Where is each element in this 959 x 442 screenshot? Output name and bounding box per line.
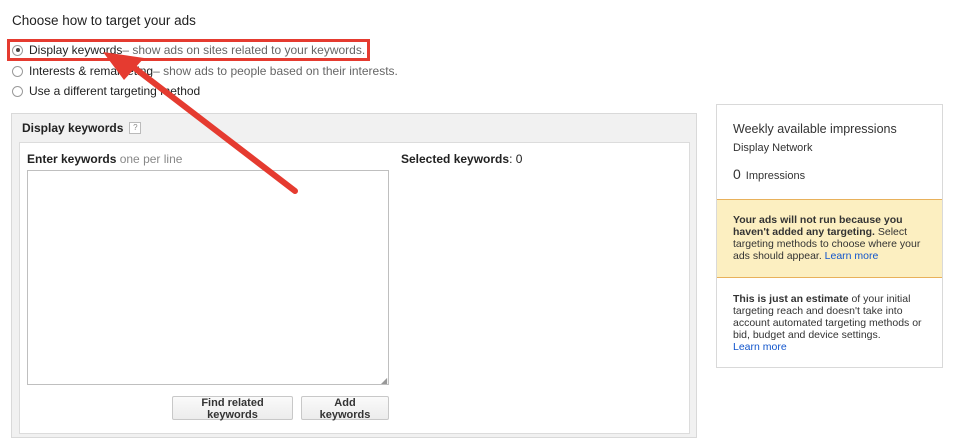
enter-keywords-hint: one per line [116,152,183,166]
radio-label: Interests & remarketing [29,64,154,78]
help-icon[interactable]: ? [129,122,142,134]
keywords-editor: Enter keywords one per line ◢ Find relat… [19,142,690,434]
panel-title: Display keywords ? [22,121,142,135]
warning-text: Your ads will not run because you haven'… [733,214,929,262]
resize-grip-icon[interactable]: ◢ [381,377,388,385]
selected-keywords: Selected keywords: 0 [401,152,522,166]
selected-keywords-count: : 0 [509,152,523,166]
radio-interests-remarketing[interactable]: Interests & remarketing – show ads to pe… [12,62,398,80]
warning-learn-more-link[interactable]: Learn more [825,250,879,262]
page-heading: Choose how to target your ads [12,13,196,28]
sidebar-network: Display Network [733,142,813,154]
radio-description: – show ads to people based on their inte… [153,64,398,78]
panel-title-text: Display keywords [22,121,124,135]
find-related-keywords-button[interactable]: Find related keywords [172,396,293,421]
warning-box: Your ads will not run because you haven'… [717,199,942,278]
add-keywords-button[interactable]: Add keywords [301,396,389,421]
radio-different-method[interactable]: Use a different targeting method [12,82,200,100]
radio-button[interactable] [12,65,23,77]
enter-keywords-label: Enter keywords one per line [27,152,182,166]
radio-button[interactable] [12,85,23,97]
keywords-textarea[interactable] [27,170,389,385]
note-learn-more-link[interactable]: Learn more [733,341,787,353]
note-bold: This is just an estimate [733,293,849,305]
impressions-sidebar: Weekly available impressions Display Net… [716,104,943,368]
impressions-count: 0 Impressions [733,166,805,182]
selected-keywords-label: Selected keywords [401,152,510,166]
impressions-number: 0 [733,166,741,182]
impressions-label: Impressions [745,170,806,182]
estimate-note: This is just an estimate of your initial… [733,293,929,353]
enter-keywords-label-text: Enter keywords [27,152,117,166]
sidebar-title: Weekly available impressions [733,122,897,136]
radio-label: Use a different targeting method [29,84,201,98]
display-keywords-panel: Display keywords ? Enter keywords one pe… [11,113,697,438]
highlight-box [7,39,370,61]
